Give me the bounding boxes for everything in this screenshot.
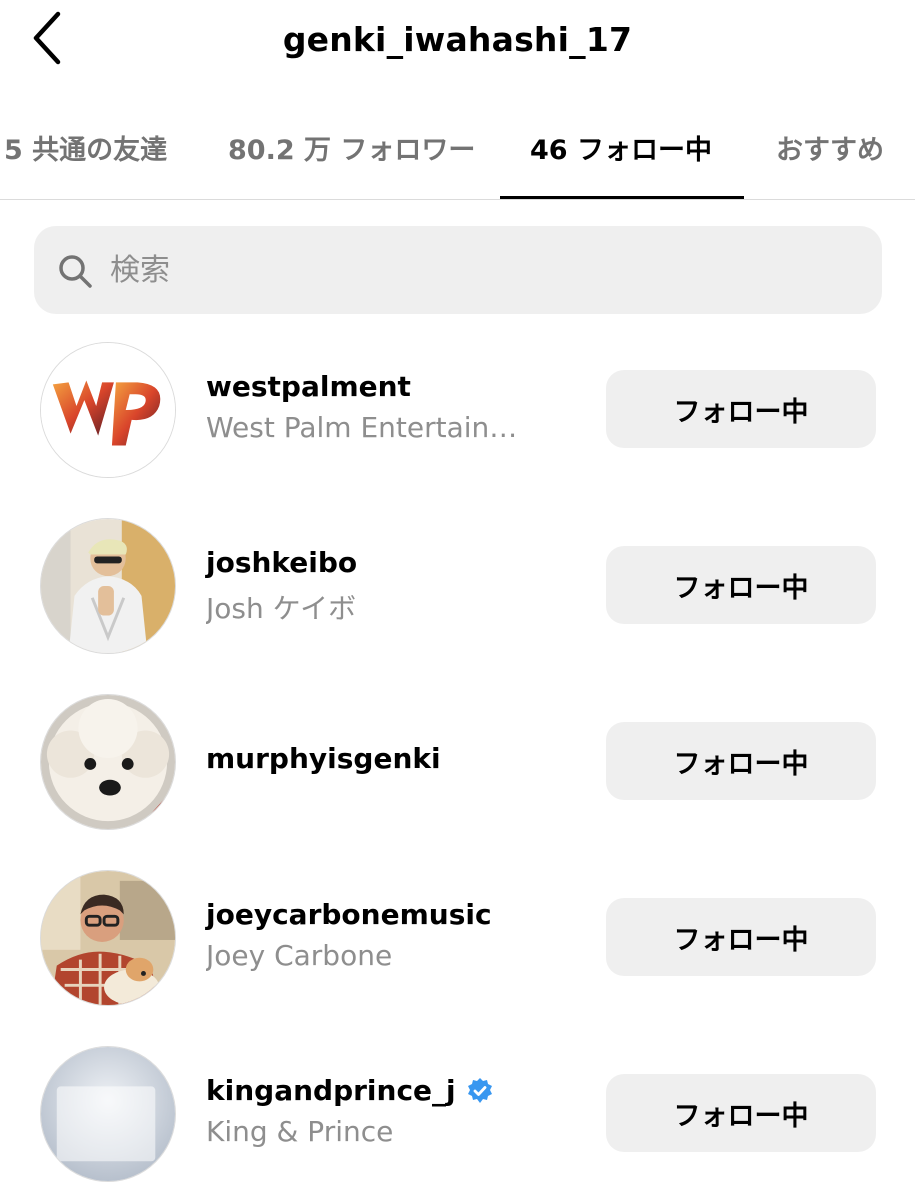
user-info[interactable]: joeycarbonemusic Joey Carbone xyxy=(206,898,586,972)
username: westpalment xyxy=(206,370,411,403)
avatar[interactable] xyxy=(40,694,176,830)
following-button[interactable]: フォロー中 xyxy=(606,546,876,624)
username: kingandprince_j xyxy=(206,1074,586,1107)
list-item[interactable]: westpalment West Palm Entertainm... フォロー… xyxy=(0,340,915,516)
avatar[interactable] xyxy=(40,518,176,654)
verified-badge-icon xyxy=(467,1077,492,1103)
search-bar[interactable] xyxy=(34,226,882,314)
username: joshkeibo xyxy=(206,546,358,579)
full-name: West Palm Entertainm... xyxy=(206,411,536,444)
following-button[interactable]: フォロー中 xyxy=(606,722,876,800)
list-item[interactable]: murphyisgenki フォロー中 xyxy=(0,692,915,868)
list-item[interactable]: kingandprince_j King & Prince フォロー中 xyxy=(0,1044,915,1200)
avatar[interactable] xyxy=(40,1046,176,1182)
username: murphyisgenki xyxy=(206,742,441,775)
user-info[interactable]: westpalment West Palm Entertainm... xyxy=(206,370,586,444)
following-list: westpalment West Palm Entertainm... フォロー… xyxy=(0,340,915,1200)
user-info[interactable]: joshkeibo Josh ケイボ xyxy=(206,546,586,627)
search-input[interactable] xyxy=(110,240,850,300)
full-name: King & Prince xyxy=(206,1115,394,1148)
full-name: Josh ケイボ xyxy=(206,592,357,625)
tab-bar: 5 共通の友達 80.2 万 フォロワー 46 フォロー中 おすすめ xyxy=(0,110,915,200)
active-tab-indicator xyxy=(500,196,744,199)
avatar[interactable] xyxy=(40,870,176,1006)
full-name: Joey Carbone xyxy=(206,939,393,972)
tab-following[interactable]: 46 フォロー中 xyxy=(530,128,712,167)
following-button[interactable]: フォロー中 xyxy=(606,898,876,976)
list-item[interactable]: joeycarbonemusic Joey Carbone フォロー中 xyxy=(0,868,915,1044)
username: joeycarbonemusic xyxy=(206,898,492,931)
tab-mutual-friends[interactable]: 5 共通の友達 xyxy=(4,128,167,167)
avatar[interactable] xyxy=(40,342,176,478)
following-button[interactable]: フォロー中 xyxy=(606,370,876,448)
tab-followers[interactable]: 80.2 万 フォロワー xyxy=(228,128,475,167)
list-item[interactable]: joshkeibo Josh ケイボ フォロー中 xyxy=(0,516,915,692)
user-info[interactable]: kingandprince_j King & Prince xyxy=(206,1074,586,1148)
top-bar: genki_iwahashi_17 xyxy=(0,0,915,88)
search-icon xyxy=(59,255,92,288)
following-button[interactable]: フォロー中 xyxy=(606,1074,876,1152)
page-title: genki_iwahashi_17 xyxy=(282,20,633,59)
tab-suggested[interactable]: おすすめ xyxy=(776,128,884,167)
user-info[interactable]: murphyisgenki xyxy=(206,742,586,775)
